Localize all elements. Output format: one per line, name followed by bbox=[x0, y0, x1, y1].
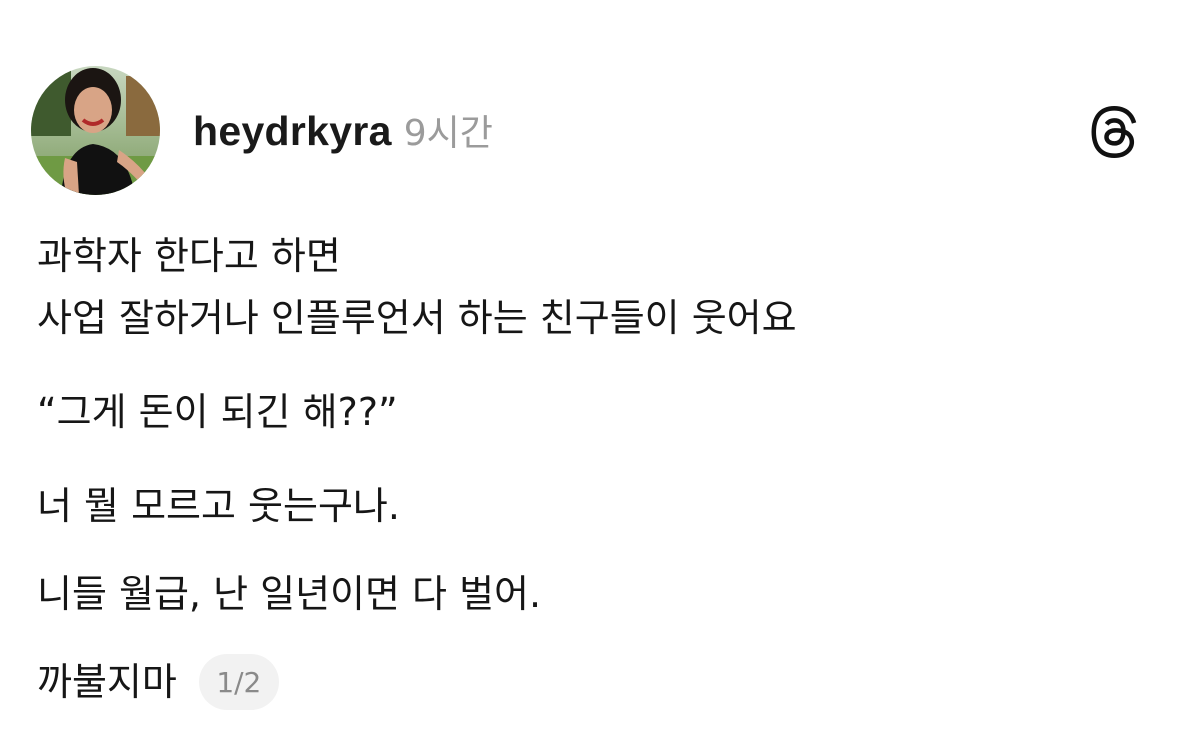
post-timestamp: 9시간 bbox=[403, 113, 493, 154]
post-text-line: 니들 월급, 난 일년이면 다 벌어. bbox=[37, 572, 542, 616]
threads-icon[interactable] bbox=[1088, 104, 1140, 160]
profile-photo-icon bbox=[31, 66, 160, 195]
post-header: heydrkyra 9시간 bbox=[0, 0, 1179, 210]
post-body: 과학자 한다고 하면 사업 잘하거나 인플루언서 하는 친구들이 웃어요 “그게… bbox=[37, 228, 1147, 710]
post-text-line: “그게 돈이 되긴 해??” bbox=[37, 390, 398, 434]
post-last-row: 까불지마 1/2 bbox=[37, 654, 1147, 710]
page-indicator-badge: 1/2 bbox=[198, 654, 279, 710]
avatar[interactable] bbox=[31, 66, 160, 195]
post-text-line: 까불지마 bbox=[37, 660, 177, 704]
post-text-line: 너 뭘 모르고 웃는구나. bbox=[37, 484, 400, 528]
author-row: heydrkyra 9시간 bbox=[193, 104, 493, 160]
username-link[interactable]: heydrkyra bbox=[193, 108, 392, 155]
post-text-line: 사업 잘하거나 인플루언서 하는 친구들이 웃어요 bbox=[37, 296, 797, 340]
post-text-line: 과학자 한다고 하면 bbox=[37, 234, 341, 278]
